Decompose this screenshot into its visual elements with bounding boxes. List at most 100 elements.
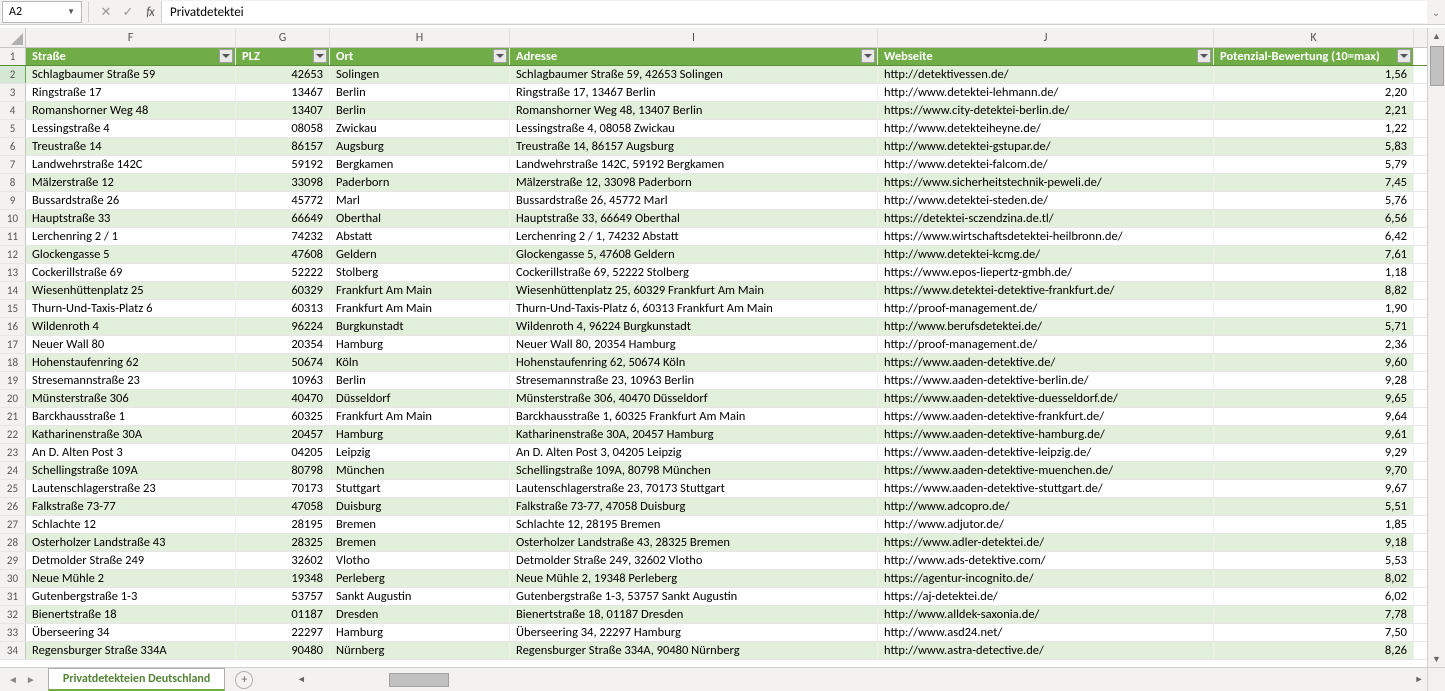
cell-K10[interactable]: 6,56 <box>1214 210 1414 227</box>
cell-G18[interactable]: 50674 <box>236 354 330 371</box>
cell-H4[interactable]: Berlin <box>330 102 510 119</box>
cell-K25[interactable]: 9,67 <box>1214 480 1414 497</box>
cell-I24[interactable]: Schellingstraße 109A, 80798 München <box>510 462 878 479</box>
cell-G20[interactable]: 40470 <box>236 390 330 407</box>
cell-F13[interactable]: Cockerillstraße 69 <box>26 264 236 281</box>
cell-J15[interactable]: http://proof-management.de/ <box>878 300 1214 317</box>
cell-F29[interactable]: Detmolder Straße 249 <box>26 552 236 569</box>
cell-I23[interactable]: An D. Alten Post 3, 04205 Leipzig <box>510 444 878 461</box>
cell-G2[interactable]: 42653 <box>236 66 330 83</box>
cell-G16[interactable]: 96224 <box>236 318 330 335</box>
cell-F6[interactable]: Treustraße 14 <box>26 138 236 155</box>
cell-J22[interactable]: https://www.aaden-detektive-hamburg.de/ <box>878 426 1214 443</box>
tab-next-button[interactable]: ► <box>26 673 36 686</box>
cell-G13[interactable]: 52222 <box>236 264 330 281</box>
cell-H32[interactable]: Dresden <box>330 606 510 623</box>
confirm-formula-button[interactable]: ✓ <box>117 5 139 20</box>
cell-G24[interactable]: 80798 <box>236 462 330 479</box>
cell-H34[interactable]: Nürnberg <box>330 642 510 659</box>
horizontal-scroll-thumb[interactable] <box>389 673 449 687</box>
cell-G23[interactable]: 04205 <box>236 444 330 461</box>
cell-H10[interactable]: Oberthal <box>330 210 510 227</box>
column-header-K[interactable]: K <box>1214 28 1414 47</box>
formula-input[interactable] <box>161 1 1427 23</box>
cell-H19[interactable]: Berlin <box>330 372 510 389</box>
horizontal-scrollbar[interactable]: ◄ ► <box>293 671 1427 689</box>
cell-K12[interactable]: 7,61 <box>1214 246 1414 263</box>
cell-H25[interactable]: Stuttgart <box>330 480 510 497</box>
cell-I5[interactable]: Lessingstraße 4, 08058 Zwickau <box>510 120 878 137</box>
cell-F19[interactable]: Stresemannstraße 23 <box>26 372 236 389</box>
row-header-6[interactable]: 6 <box>0 138 26 155</box>
row-header-14[interactable]: 14 <box>0 282 26 299</box>
cell-F3[interactable]: Ringstraße 17 <box>26 84 236 101</box>
cell-K4[interactable]: 2,21 <box>1214 102 1414 119</box>
cell-G12[interactable]: 47608 <box>236 246 330 263</box>
scroll-left-button[interactable]: ◄ <box>293 672 309 688</box>
cell-J5[interactable]: http://www.detekteiheyne.de/ <box>878 120 1214 137</box>
scroll-down-button[interactable]: ▼ <box>1429 651 1445 667</box>
cell-G26[interactable]: 47058 <box>236 498 330 515</box>
cell-H18[interactable]: Köln <box>330 354 510 371</box>
row-header-11[interactable]: 11 <box>0 228 26 245</box>
table-header-cell[interactable]: Adresse <box>510 48 878 65</box>
filter-dropdown-button[interactable] <box>861 49 875 63</box>
cell-K7[interactable]: 5,79 <box>1214 156 1414 173</box>
cell-I7[interactable]: Landwehrstraße 142C, 59192 Bergkamen <box>510 156 878 173</box>
cell-H12[interactable]: Geldern <box>330 246 510 263</box>
row-header-5[interactable]: 5 <box>0 120 26 137</box>
cell-H7[interactable]: Bergkamen <box>330 156 510 173</box>
cell-G31[interactable]: 53757 <box>236 588 330 605</box>
cell-J13[interactable]: https://www.epos-liepertz-gmbh.de/ <box>878 264 1214 281</box>
cell-H9[interactable]: Marl <box>330 192 510 209</box>
cell-K11[interactable]: 6,42 <box>1214 228 1414 245</box>
cancel-formula-button[interactable]: ✕ <box>95 5 117 20</box>
cell-F8[interactable]: Mälzerstraße 12 <box>26 174 236 191</box>
cell-K32[interactable]: 7,78 <box>1214 606 1414 623</box>
cell-G29[interactable]: 32602 <box>236 552 330 569</box>
row-header-2[interactable]: 2 <box>0 66 26 83</box>
cell-F26[interactable]: Falkstraße 73-77 <box>26 498 236 515</box>
cell-F15[interactable]: Thurn-Und-Taxis-Platz 6 <box>26 300 236 317</box>
row-header-28[interactable]: 28 <box>0 534 26 551</box>
cell-G10[interactable]: 66649 <box>236 210 330 227</box>
cell-G8[interactable]: 33098 <box>236 174 330 191</box>
cell-H17[interactable]: Hamburg <box>330 336 510 353</box>
row-header-22[interactable]: 22 <box>0 426 26 443</box>
table-header-cell[interactable]: Straße <box>26 48 236 65</box>
row-header-12[interactable]: 12 <box>0 246 26 263</box>
cell-I27[interactable]: Schlachte 12, 28195 Bremen <box>510 516 878 533</box>
cell-K26[interactable]: 5,51 <box>1214 498 1414 515</box>
cell-F7[interactable]: Landwehrstraße 142C <box>26 156 236 173</box>
cell-J26[interactable]: http://www.adcopro.de/ <box>878 498 1214 515</box>
cell-K19[interactable]: 9,28 <box>1214 372 1414 389</box>
cell-F31[interactable]: Gutenbergstraße 1-3 <box>26 588 236 605</box>
row-header-19[interactable]: 19 <box>0 372 26 389</box>
cell-J2[interactable]: http://detektivessen.de/ <box>878 66 1214 83</box>
tab-prev-button[interactable]: ◄ <box>8 673 18 686</box>
column-header-F[interactable]: F <box>26 28 236 47</box>
cell-J34[interactable]: http://www.astra-detective.de/ <box>878 642 1214 659</box>
cell-I33[interactable]: Überseering 34, 22297 Hamburg <box>510 624 878 641</box>
row-header-10[interactable]: 10 <box>0 210 26 227</box>
cell-F33[interactable]: Überseering 34 <box>26 624 236 641</box>
vertical-scrollbar[interactable]: ▲ ▼ <box>1427 28 1445 667</box>
cell-H8[interactable]: Paderborn <box>330 174 510 191</box>
insert-function-button[interactable]: fx <box>139 5 161 20</box>
row-header-16[interactable]: 16 <box>0 318 26 335</box>
name-box[interactable]: A2 ▼ <box>2 1 82 23</box>
row-header-32[interactable]: 32 <box>0 606 26 623</box>
cell-K9[interactable]: 5,76 <box>1214 192 1414 209</box>
cell-I18[interactable]: Hohenstaufenring 62, 50674 Köln <box>510 354 878 371</box>
row-header-17[interactable]: 17 <box>0 336 26 353</box>
cell-I30[interactable]: Neue Mühle 2, 19348 Perleberg <box>510 570 878 587</box>
cell-I29[interactable]: Detmolder Straße 249, 32602 Vlotho <box>510 552 878 569</box>
table-header-cell[interactable]: Potenzial-Bewertung (10=max) <box>1214 48 1414 65</box>
row-header-4[interactable]: 4 <box>0 102 26 119</box>
cell-I6[interactable]: Treustraße 14, 86157 Augsburg <box>510 138 878 155</box>
cell-I22[interactable]: Katharinenstraße 30A, 20457 Hamburg <box>510 426 878 443</box>
cell-I4[interactable]: Romanshorner Weg 48, 13407 Berlin <box>510 102 878 119</box>
cell-I13[interactable]: Cockerillstraße 69, 52222 Stolberg <box>510 264 878 281</box>
row-header-25[interactable]: 25 <box>0 480 26 497</box>
cell-I19[interactable]: Stresemannstraße 23, 10963 Berlin <box>510 372 878 389</box>
